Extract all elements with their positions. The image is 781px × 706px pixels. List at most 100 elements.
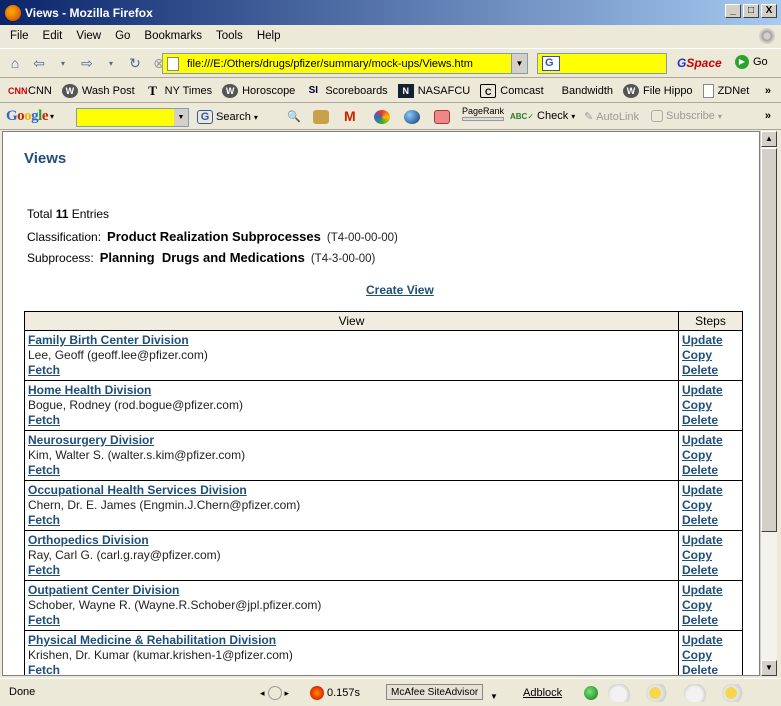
back-dropdown-icon[interactable]: ▾ [54,54,72,72]
google-toolbar-overflow-icon[interactable]: » [765,110,771,122]
scroll-down-icon[interactable]: ▼ [761,660,777,676]
bookmark-bandwidth[interactable]: Bandwidth [562,85,613,97]
update-link[interactable]: Update [682,483,740,498]
steps-cell: Update Copy Delete [678,580,743,631]
update-link[interactable]: Update [682,533,740,548]
delete-link[interactable]: Delete [682,613,740,628]
mcafee-dropdown-icon[interactable]: ▼ [490,687,498,705]
picasa-icon[interactable] [374,110,390,124]
update-link[interactable]: Update [682,433,740,448]
delete-link[interactable]: Delete [682,463,740,478]
bookmark-zdnet[interactable]: ZDNet [702,83,749,98]
url-text[interactable]: file:///E:/Others/drugs/pfizer/summary/m… [187,58,473,70]
spell-check-button[interactable]: ABC✓ Check ▾ [510,110,575,122]
go-button[interactable]: ▶ Go [735,55,768,69]
copy-link[interactable]: Copy [682,598,740,613]
menu-file[interactable]: File [4,30,37,42]
maximize-button[interactable]: □ [743,4,759,18]
menu-tools[interactable]: Tools [210,30,251,42]
copy-link[interactable]: Copy [682,348,740,363]
menu-go[interactable]: Go [109,30,138,42]
create-view-link[interactable]: Create View [366,283,434,297]
adblock-button[interactable]: Adblock [523,684,562,702]
url-dropdown-icon[interactable]: ▼ [511,54,527,73]
division-link[interactable]: Home Health Division [28,383,676,398]
gmail-icon[interactable]: M [344,108,356,124]
google-menu-dropdown-icon[interactable]: ▾ [50,112,54,121]
bookmark-cnn[interactable]: CNN CNN [8,84,52,98]
menu-help[interactable]: Help [251,30,289,42]
fetch-link[interactable]: Fetch [28,463,676,478]
menu-edit[interactable]: Edit [37,30,71,42]
menu-bookmarks[interactable]: Bookmarks [138,30,210,42]
bookmark-ny-times[interactable]: T NY Times [145,83,212,98]
popup-blocker-icon[interactable] [434,110,450,124]
news-icon[interactable] [313,110,329,124]
close-button[interactable]: X [761,4,777,18]
division-link[interactable]: Orthopedics Division [28,533,676,548]
update-link[interactable]: Update [682,383,740,398]
minimize-button[interactable]: _ [725,4,741,18]
bookmark-nasafcu[interactable]: N NASAFCU [397,83,470,98]
gspace-button[interactable]: GSpace [677,56,722,70]
delete-link[interactable]: Delete [682,563,740,578]
menu-view[interactable]: View [70,30,109,42]
division-link[interactable]: Physical Medicine & Rehabilitation Divis… [28,633,676,648]
mcafee-siteadvisor-button[interactable]: McAfee SiteAdvisor [386,684,484,700]
vertical-scrollbar[interactable]: ▲ ▼ [760,131,777,676]
copy-link[interactable]: Copy [682,498,740,513]
delete-link[interactable]: Delete [682,363,740,378]
google-logo[interactable]: Google [6,108,49,125]
update-link[interactable]: Update [682,583,740,598]
fetch-link[interactable]: Fetch [28,613,676,628]
division-link[interactable]: Family Birth Center Division [28,333,676,348]
division-link[interactable]: Neurosurgery Divisior [28,433,676,448]
bookmark-horoscope[interactable]: W Horoscope [222,83,295,98]
search-site-icon[interactable]: 🔍 [287,110,301,123]
bookmarks-overflow-icon[interactable]: » [765,85,771,97]
copy-link[interactable]: Copy [682,648,740,663]
prev-icon[interactable]: ◂ [260,688,265,699]
update-link[interactable]: Update [682,633,740,648]
fetch-link[interactable]: Fetch [28,413,676,428]
bookmark-scoreboards[interactable]: SI Scoreboards [305,84,388,98]
delete-link[interactable]: Delete [682,663,740,675]
google-search-button[interactable]: G Search ▾ [197,110,258,124]
scroll-up-icon[interactable]: ▲ [761,131,777,147]
google-search-dropdown-icon[interactable]: ▼ [174,109,188,126]
reload-icon[interactable]: ↻ [126,54,144,72]
home-icon[interactable]: ⌂ [6,54,24,72]
fetch-link[interactable]: Fetch [28,513,676,528]
delete-link[interactable]: Delete [682,513,740,528]
autolink-button[interactable]: ✎ AutoLink [584,110,639,124]
google-search-icon[interactable]: G [542,56,560,71]
url-bar[interactable]: file:///E:/Others/drugs/pfizer/summary/m… [162,53,528,74]
google-search-input[interactable]: ▼ [76,108,189,127]
history-nav[interactable]: ◂ ▸ [260,684,289,702]
back-icon[interactable]: ⇦ [30,54,48,72]
check-dropdown-icon[interactable]: ▾ [571,112,575,121]
division-link[interactable]: Occupational Health Services Division [28,483,676,498]
copy-link[interactable]: Copy [682,448,740,463]
search-dropdown-icon[interactable]: ▾ [254,113,258,122]
scrollbar-thumb[interactable] [761,148,777,532]
copy-link[interactable]: Copy [682,548,740,563]
forward-icon[interactable]: ⇨ [78,54,96,72]
delete-link[interactable]: Delete [682,413,740,428]
fetch-link[interactable]: Fetch [28,563,676,578]
bookmark-comcast[interactable]: C Comcast [480,83,544,98]
bookmark-wash-post[interactable]: W Wash Post [61,83,135,98]
copy-link[interactable]: Copy [682,398,740,413]
menu-bar: File Edit View Go Bookmarks Tools Help [0,25,781,47]
earth-icon[interactable] [404,110,420,124]
division-link[interactable]: Outpatient Center Division [28,583,676,598]
fetch-link[interactable]: Fetch [28,363,676,378]
fetch-link[interactable]: Fetch [28,663,676,675]
forward-dropdown-icon[interactable]: ▾ [102,54,120,72]
next-icon[interactable]: ▸ [285,688,290,699]
bookmark-file-hippo[interactable]: W File Hippo [623,83,693,98]
subscribe-dropdown-icon[interactable]: ▾ [718,112,722,121]
search-box[interactable]: G [537,53,667,74]
update-link[interactable]: Update [682,333,740,348]
subscribe-button[interactable]: Subscribe ▾ [651,110,722,122]
